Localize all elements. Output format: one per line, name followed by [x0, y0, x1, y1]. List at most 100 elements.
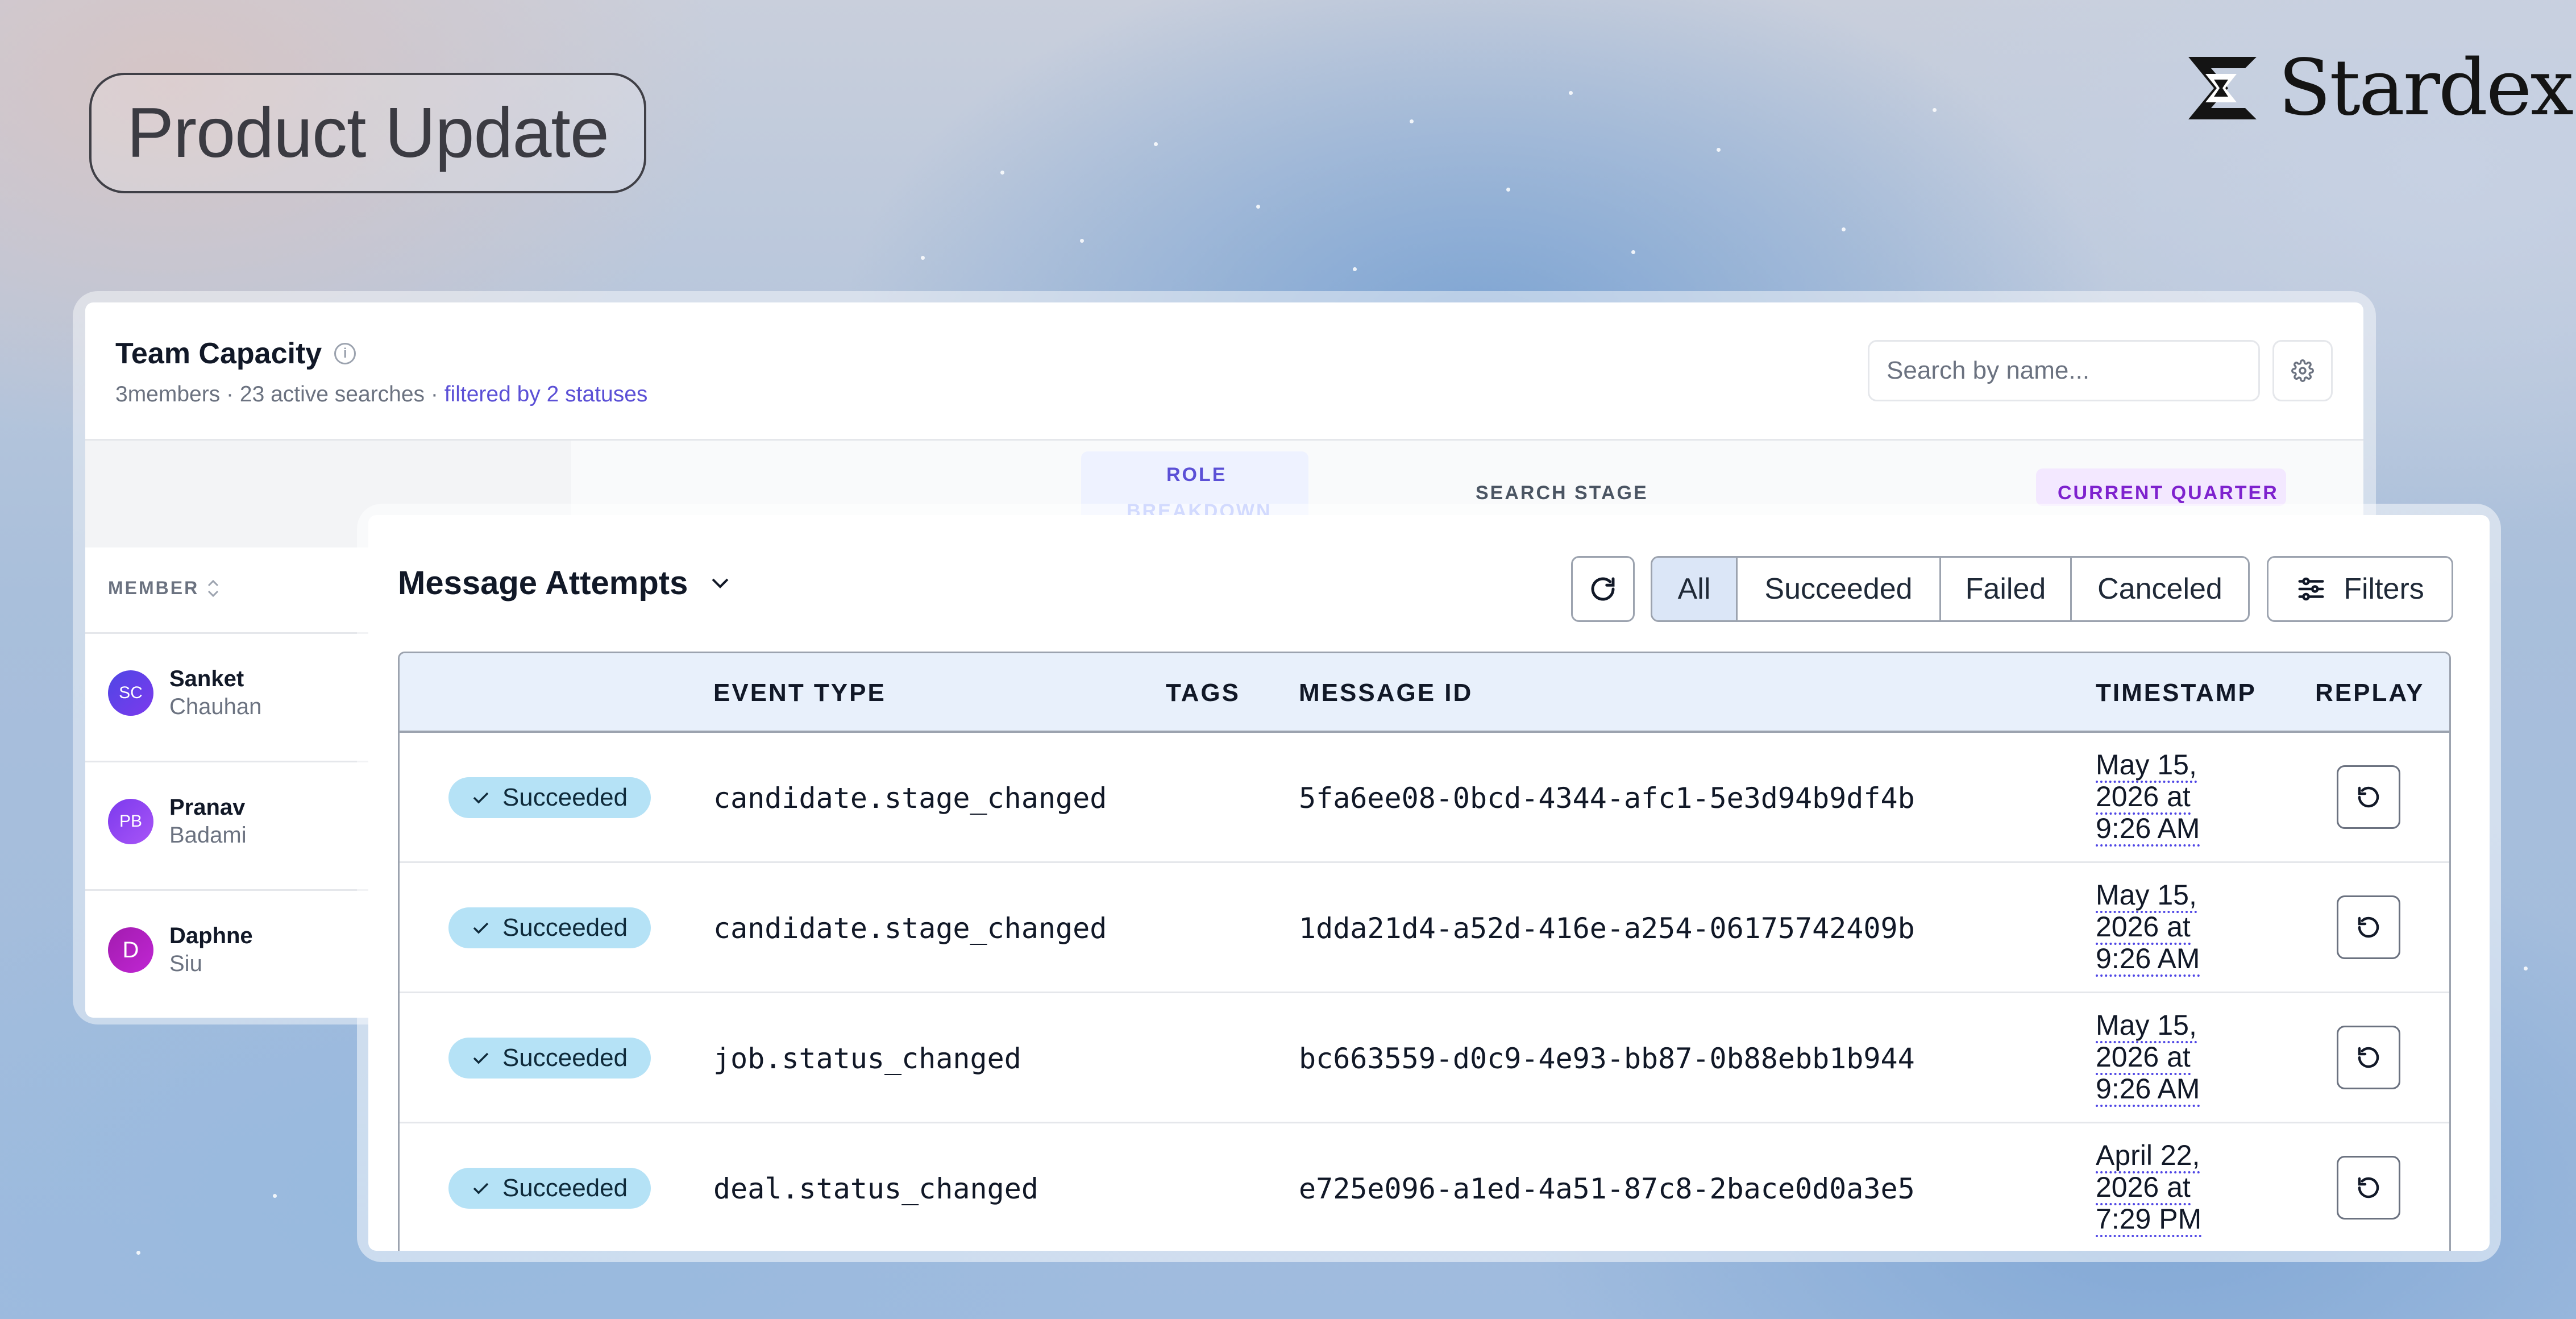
stardex-logo-icon — [2188, 57, 2257, 119]
member-last-name: Chauhan — [169, 694, 262, 719]
current-quarter-column-label[interactable]: CURRENT QUARTER — [2058, 482, 2279, 504]
status-badge: Succeeded — [448, 907, 651, 948]
team-capacity-title-text: Team Capacity — [115, 337, 322, 370]
timestamp-line-2: 2026 at — [2096, 1041, 2191, 1075]
search-stage-column-label[interactable]: SEARCH STAGE — [1476, 482, 1648, 504]
timestamp-line-1: May 15, — [2096, 1009, 2197, 1043]
event-type-cell: job.status_changed — [713, 1042, 1021, 1075]
timestamp-line-3: 7:29 PM — [2096, 1203, 2202, 1237]
timestamp-line-2: 2026 at — [2096, 781, 2191, 815]
replay-header: REPLAY — [2315, 679, 2425, 707]
product-update-badge: Product Update — [89, 73, 646, 193]
timestamp-line-1: May 15, — [2096, 749, 2197, 783]
message-attempts-card: Message Attempts All Succeeded Failed Ca… — [368, 515, 2490, 1251]
filter-failed-tab[interactable]: Failed — [1941, 558, 2072, 620]
timestamp-line-2: 2026 at — [2096, 911, 2191, 945]
timestamp-line-1: April 22, — [2096, 1139, 2200, 1173]
status-badge: Succeeded — [448, 777, 651, 818]
replay-button[interactable] — [2337, 1156, 2400, 1220]
info-icon[interactable]: i — [334, 343, 356, 364]
event-type-cell: deal.status_changed — [713, 1172, 1038, 1205]
replay-icon — [2358, 1047, 2379, 1068]
replay-icon — [2358, 786, 2379, 808]
check-icon — [473, 922, 489, 934]
member-row[interactable]: PB Pranav Badami — [108, 795, 247, 848]
role-column-label[interactable]: ROLE — [1166, 464, 1227, 486]
message-id-cell[interactable]: e725e096-a1ed-4a51-87c8-2bace0d0a3e5 — [1299, 1123, 1915, 1251]
status-label: Succeeded — [502, 1174, 628, 1202]
table-header: EVENT TYPE TAGS MESSAGE ID TIMESTAMP REP… — [400, 653, 2449, 733]
gear-icon — [2291, 359, 2314, 382]
table-row[interactable]: Succeeded job.status_changed bc663559-d0… — [400, 993, 2449, 1123]
timestamp-line-3: 9:26 AM — [2096, 812, 2200, 847]
timestamp-cell[interactable]: May 15, 2026 at 9:26 AM — [2096, 879, 2232, 977]
table-row[interactable]: Succeeded candidate.stage_changed 5fa6ee… — [400, 733, 2449, 863]
message-id-header: MESSAGE ID — [1299, 679, 1473, 707]
status-filter-group: All Succeeded Failed Canceled — [1651, 556, 2250, 622]
member-sort-header[interactable]: MEMBER — [108, 578, 221, 599]
team-capacity-title: Team Capacity i — [115, 337, 356, 371]
member-column-label: MEMBER — [108, 578, 200, 598]
timestamp-line-3: 9:26 AM — [2096, 943, 2200, 977]
replay-button[interactable] — [2337, 765, 2400, 829]
settings-button[interactable] — [2272, 340, 2333, 401]
check-icon — [473, 1183, 489, 1194]
message-attempts-title-text: Message Attempts — [398, 565, 688, 602]
message-id-cell[interactable]: 5fa6ee08-0bcd-4344-afc1-5e3d94b9df4b — [1299, 733, 1915, 863]
timestamp-cell[interactable]: May 15, 2026 at 9:26 AM — [2096, 749, 2232, 847]
check-icon — [473, 1052, 489, 1064]
check-icon — [473, 792, 489, 804]
message-id-cell[interactable]: bc663559-d0c9-4e93-bb87-0b88ebb1b944 — [1299, 993, 1915, 1123]
member-first-name: Daphne — [169, 923, 253, 948]
member-last-name: Siu — [169, 951, 202, 976]
timestamp-cell[interactable]: May 15, 2026 at 9:26 AM — [2096, 1009, 2232, 1107]
timestamp-line-2: 2026 at — [2096, 1171, 2191, 1205]
refresh-button[interactable] — [1571, 556, 1635, 622]
sort-icon — [208, 579, 219, 597]
filtered-by-statuses-link[interactable]: filtered by 2 statuses — [444, 382, 648, 407]
status-label: Succeeded — [502, 914, 628, 941]
avatar: D — [108, 927, 153, 973]
event-type-cell: candidate.stage_changed — [713, 911, 1107, 945]
message-id-cell[interactable]: 1dda21d4-a52d-416e-a254-06175742409b — [1299, 863, 1915, 993]
member-last-name: Badami — [169, 823, 247, 848]
table-row[interactable]: Succeeded deal.status_changed e725e096-a… — [400, 1123, 2449, 1251]
refresh-icon — [1591, 577, 1615, 601]
filters-button[interactable]: Filters — [2267, 556, 2453, 622]
status-label: Succeeded — [502, 1044, 628, 1072]
brand-name: Stardex — [2278, 43, 2574, 133]
subtitle-counts: 3members · 23 active searches · — [115, 382, 444, 407]
tags-header: TAGS — [1166, 679, 1240, 707]
avatar: SC — [108, 670, 153, 716]
filter-all-tab[interactable]: All — [1652, 558, 1738, 620]
member-first-name: Pranav — [169, 795, 246, 820]
timestamp-line-3: 9:26 AM — [2096, 1073, 2200, 1107]
status-badge: Succeeded — [448, 1038, 651, 1079]
filters-button-label: Filters — [2344, 573, 2424, 605]
member-row[interactable]: D Daphne Siu — [108, 923, 253, 977]
avatar: PB — [108, 799, 153, 844]
timestamp-line-1: May 15, — [2096, 879, 2197, 913]
member-row[interactable]: SC Sanket Chauhan — [108, 666, 261, 720]
timestamp-cell[interactable]: April 22, 2026 at 7:29 PM — [2096, 1139, 2232, 1237]
team-capacity-subtitle: 3members · 23 active searches · filtered… — [115, 382, 647, 407]
status-label: Succeeded — [502, 783, 628, 811]
event-type-header: EVENT TYPE — [713, 679, 886, 707]
event-type-cell: candidate.stage_changed — [713, 781, 1107, 815]
timestamp-header: TIMESTAMP — [2096, 679, 2257, 707]
chevron-down-icon — [712, 578, 729, 588]
message-attempts-table: EVENT TYPE TAGS MESSAGE ID TIMESTAMP REP… — [398, 652, 2451, 1251]
sliders-icon — [2298, 577, 2324, 601]
message-attempts-title[interactable]: Message Attempts — [398, 564, 730, 602]
filter-canceled-tab[interactable]: Canceled — [2072, 558, 2248, 620]
replay-icon — [2358, 1177, 2379, 1198]
table-row[interactable]: Succeeded candidate.stage_changed 1dda21… — [400, 863, 2449, 993]
search-by-name-input[interactable] — [1868, 340, 2260, 401]
replay-button[interactable] — [2337, 1026, 2400, 1089]
brand-logo: Stardex — [2183, 43, 2574, 133]
member-first-name: Sanket — [169, 666, 244, 691]
replay-icon — [2358, 916, 2379, 938]
replay-button[interactable] — [2337, 895, 2400, 959]
filter-succeeded-tab[interactable]: Succeeded — [1738, 558, 1941, 620]
status-badge: Succeeded — [448, 1168, 651, 1209]
